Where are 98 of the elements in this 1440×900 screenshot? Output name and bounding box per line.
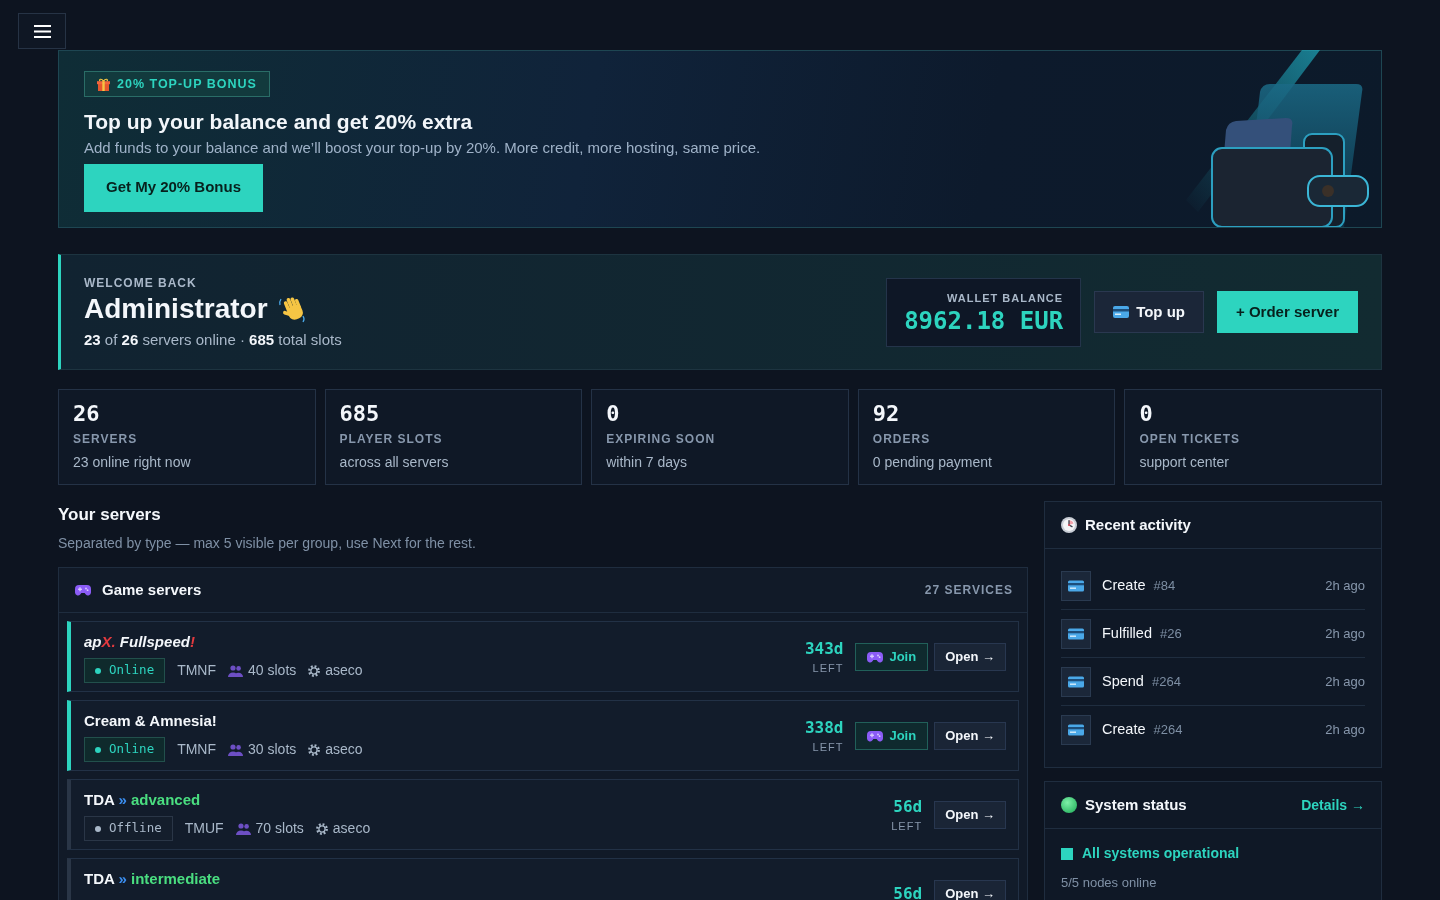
activity-action: Create <box>1102 575 1146 595</box>
server-name: TDA » advanced <box>84 790 202 810</box>
panel-name: aseco <box>325 740 363 759</box>
bonus-tag-text: 20% TOP-UP BONUS <box>117 75 257 93</box>
stat-note: 23 online right now <box>73 453 192 471</box>
clock-icon <box>1061 517 1077 533</box>
server-summary: 23 of 26 servers online · 685 total slots <box>84 329 342 350</box>
stat-label: SERVERS <box>73 431 139 447</box>
stat-label: PLAYER SLOTS <box>339 431 444 447</box>
bonus-button[interactable]: Get My 20% Bonus <box>84 163 264 212</box>
promo-text: Add funds to your balance and we’ll boost your top-up by 20%. More credit, more hosting, same price. <box>84 137 762 158</box>
open-button[interactable]: Open → <box>934 722 1006 750</box>
section-subtitle: Separated by type — max 5 visible per group, use Next for the rest. <box>58 534 477 552</box>
promo-title: Top up your balance and get 20% extra <box>84 108 474 135</box>
days-left: 338d <box>804 718 844 738</box>
credit-card-icon <box>1061 715 1091 745</box>
panel-name: aseco <box>325 661 363 680</box>
join-button[interactable]: Join <box>855 643 929 671</box>
wallet-label: WALLET BALANCE <box>947 290 1064 305</box>
credit-card-icon <box>1061 570 1091 601</box>
stat-label: ORDERS <box>872 431 932 447</box>
server-name: Cream & Amnesia! <box>84 711 218 731</box>
stat-value: 685 <box>339 400 381 428</box>
status-text: Online <box>109 661 155 680</box>
slot-count: 70 slots <box>255 819 304 838</box>
activity-time: 2h ago <box>1325 721 1365 740</box>
days-left: 56d <box>893 797 923 817</box>
activity-action: Spend <box>1102 671 1144 691</box>
gear-icon <box>308 743 321 756</box>
stat-note: 0 pending payment <box>872 453 993 471</box>
open-button[interactable]: Open → <box>934 643 1006 671</box>
slot-count: 40 slots <box>248 661 297 680</box>
activity-ref: #84 <box>1153 576 1176 595</box>
user-name: Administrator <box>84 291 268 326</box>
game-label: TMUF <box>184 819 224 838</box>
status-title: System status <box>1085 794 1187 815</box>
game-label: TMNF <box>177 740 217 759</box>
credit-card-icon <box>1061 666 1091 697</box>
service-count: 27 SERVICES <box>924 582 1013 599</box>
stat-note: within 7 days <box>606 453 689 471</box>
status-text: Online <box>109 740 155 759</box>
gear-icon <box>308 664 321 677</box>
status-dot-icon <box>1061 797 1077 813</box>
activity-time: 2h ago <box>1325 624 1365 643</box>
details-link[interactable]: Details → <box>1301 794 1365 816</box>
stat-label: EXPIRING SOON <box>606 431 717 447</box>
credit-card-icon <box>1061 618 1091 649</box>
stat-value: 0 <box>606 400 621 428</box>
stat-note: across all servers <box>339 453 450 471</box>
menu-button[interactable] <box>18 13 66 49</box>
activity-ref: #264 <box>1151 672 1181 691</box>
activity-action: Fulfilled <box>1102 623 1152 643</box>
wallet-amount: 8962.18 EUR <box>904 305 1064 337</box>
node-count: 5/5 nodes online <box>1061 874 1158 892</box>
stat-note: support center <box>1139 453 1230 471</box>
status-text: Offline <box>109 819 162 838</box>
people-icon <box>228 743 244 756</box>
welcome-label: WELCOME BACK <box>84 274 198 291</box>
people-icon <box>235 822 251 835</box>
square-icon <box>1061 847 1073 860</box>
section-title: Your servers <box>58 504 162 526</box>
order-server-button[interactable]: + Order server <box>1217 291 1358 333</box>
menu-icon <box>33 24 51 38</box>
stat-value: 0 <box>1139 400 1154 428</box>
panel-name: aseco <box>332 819 371 838</box>
credit-card-icon <box>1113 306 1130 318</box>
open-button[interactable]: Open → <box>934 801 1006 829</box>
stat-value: 26 <box>73 400 101 428</box>
top-up-button[interactable]: Top up <box>1094 291 1204 333</box>
activity-action: Create <box>1102 720 1146 740</box>
days-left-label: LEFT <box>891 819 923 833</box>
days-left: 56d <box>893 884 923 900</box>
stat-label: OPEN TICKETS <box>1139 431 1242 447</box>
slot-count: 30 slots <box>248 740 297 759</box>
status-dot-icon <box>95 825 101 832</box>
status-dot-icon <box>95 746 101 753</box>
join-button[interactable]: Join <box>855 722 929 750</box>
activity-title: Recent activity <box>1085 514 1191 535</box>
game-label: TMNF <box>177 661 217 680</box>
status-message: All systems operational <box>1082 844 1240 863</box>
server-name: TDA » intermediate <box>84 869 221 889</box>
gamepad-icon <box>867 730 884 742</box>
stat-value: 92 <box>872 400 901 428</box>
server-name: apX. Fullspeed! <box>84 632 196 652</box>
activity-time: 2h ago <box>1325 576 1365 595</box>
status-dot-icon <box>95 667 101 674</box>
days-left: 343d <box>804 639 844 659</box>
activity-time: 2h ago <box>1325 672 1365 691</box>
gift-icon <box>97 77 110 91</box>
gear-icon <box>315 822 328 835</box>
gamepad-icon <box>867 651 884 663</box>
activity-ref: #264 <box>1153 721 1183 740</box>
people-icon <box>228 664 244 677</box>
gamepad-icon <box>75 584 91 596</box>
group-title: Game servers <box>102 579 202 600</box>
days-left-label: LEFT <box>812 661 844 675</box>
activity-ref: #26 <box>1159 624 1182 643</box>
days-left-label: LEFT <box>812 740 844 754</box>
